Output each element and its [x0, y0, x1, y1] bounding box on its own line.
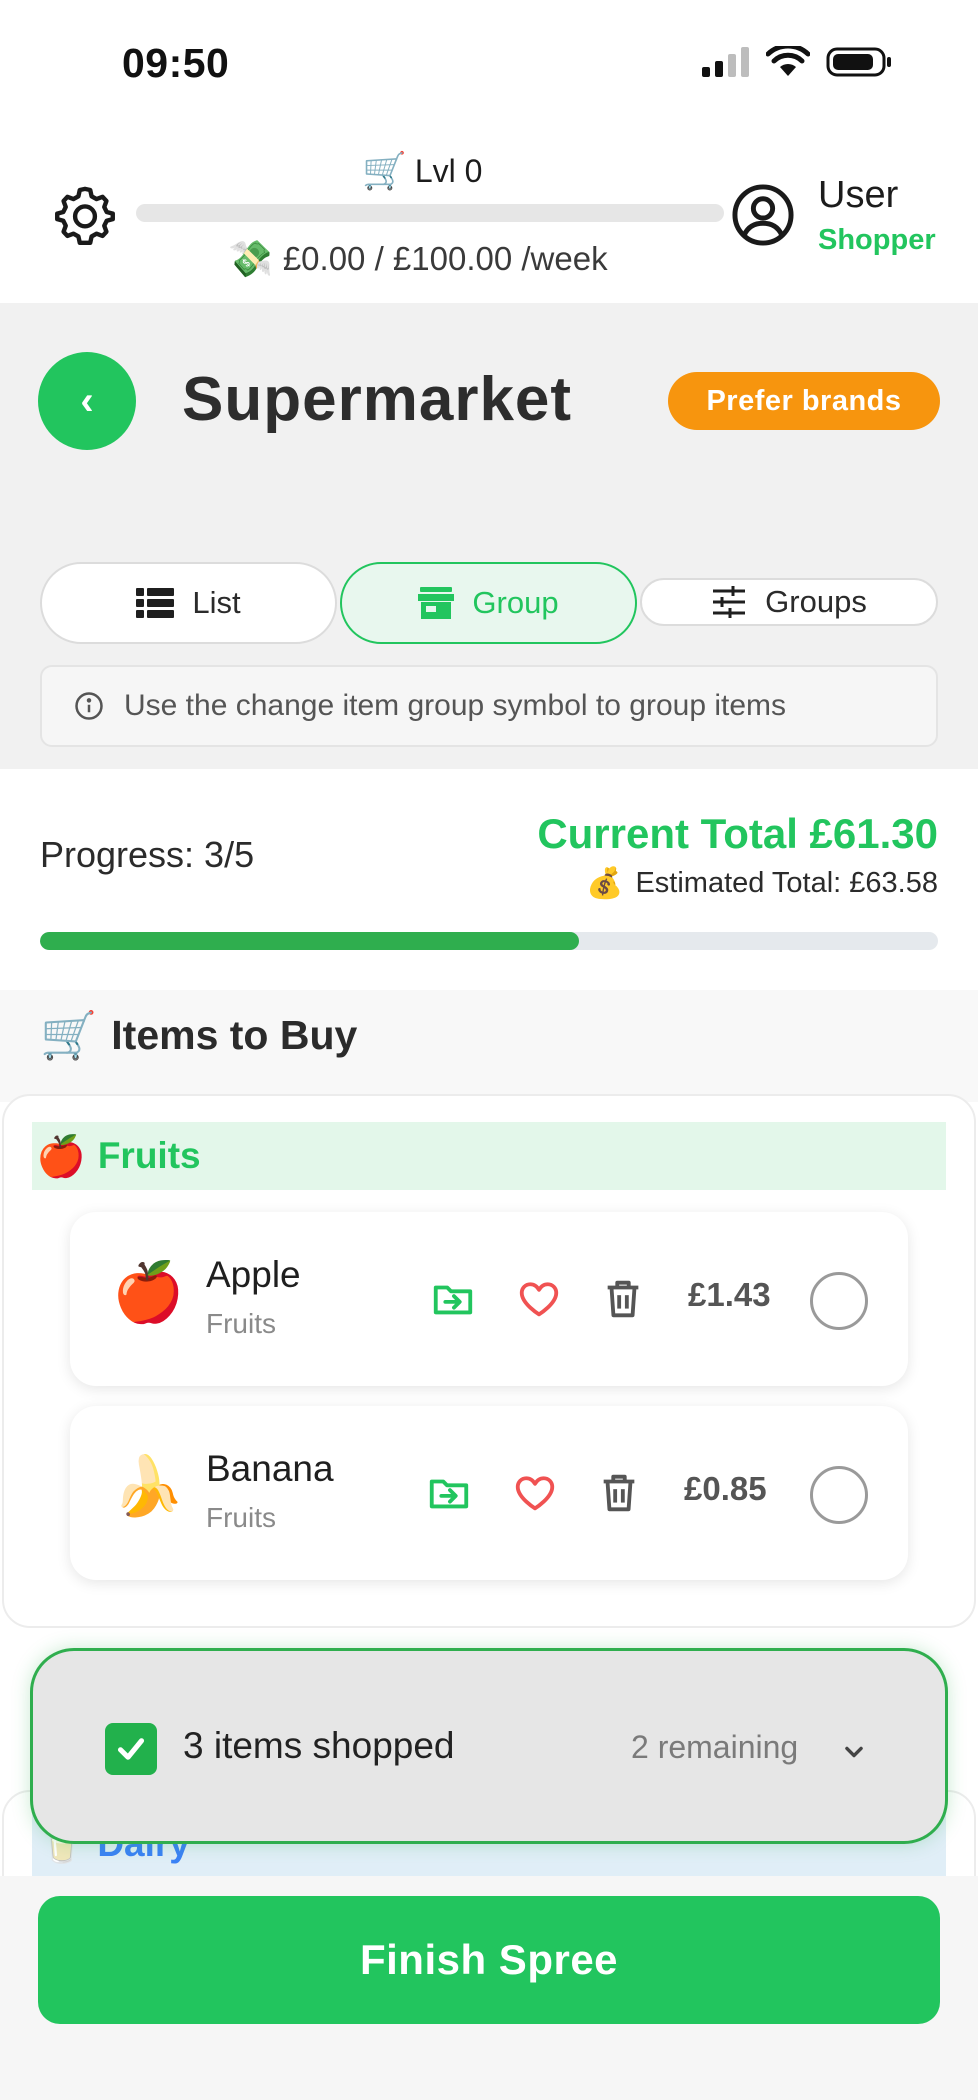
estimated-total: 💰 Estimated Total: £63.58	[586, 866, 938, 901]
current-total: Current Total £61.30	[537, 810, 938, 857]
back-button[interactable]: ‹	[38, 352, 136, 450]
heart-icon[interactable]	[516, 1276, 562, 1322]
prefer-brands-badge[interactable]: Prefer brands	[668, 372, 940, 430]
shopping-progress-bar	[40, 932, 938, 950]
banana-icon: 🍌	[112, 1454, 185, 1519]
item-name: Banana	[206, 1448, 334, 1489]
chevron-left-icon: ‹	[80, 378, 94, 423]
weekly-budget: 💸 £0.00 / £100.00 /week	[228, 238, 608, 280]
shopping-cart-emoji-icon: 🛒	[362, 150, 407, 191]
check-mark-icon	[105, 1723, 157, 1775]
shopping-cart-emoji-icon: 🛒	[40, 1009, 98, 1061]
info-icon	[75, 692, 103, 720]
budget-text: £0.00 / £100.00 /week	[282, 240, 608, 277]
group-header-fruits[interactable]: 🍎 Fruits	[32, 1122, 946, 1190]
wifi-icon	[766, 46, 810, 76]
move-to-group-icon[interactable]	[426, 1470, 472, 1516]
shopped-items-bar[interactable]: 3 items shopped 2 remaining	[30, 1648, 948, 1844]
store-icon	[418, 587, 455, 619]
item-name: Apple	[206, 1254, 301, 1295]
item-category: Fruits	[206, 1502, 276, 1533]
info-text: Use the change item group symbol to grou…	[124, 689, 787, 722]
trash-icon[interactable]	[600, 1276, 646, 1322]
user-role: Shopper	[818, 224, 936, 256]
estimated-total-text: Estimated Total: £63.58	[635, 867, 938, 899]
section-title-text: Items to Buy	[111, 1012, 358, 1058]
progress-label: Progress: 3/5	[40, 834, 255, 875]
list-item[interactable]: 🍎 Apple Fruits £1.43	[70, 1212, 908, 1386]
group-name: Fruits	[97, 1135, 201, 1176]
xp-progress-bar	[136, 204, 724, 222]
tab-list-label: List	[192, 585, 241, 620]
user-name[interactable]: User	[818, 174, 898, 217]
money-bag-icon: 💰	[586, 867, 624, 900]
status-time: 09:50	[122, 40, 230, 86]
list-icon	[136, 588, 175, 618]
money-with-wings-emoji-icon: 💸	[228, 238, 273, 279]
info-banner: Use the change item group symbol to grou…	[40, 665, 938, 747]
cellular-signal-icon	[702, 47, 749, 77]
item-category: Fruits	[206, 1308, 276, 1339]
level-label: Lvl 0	[414, 152, 483, 189]
move-to-group-icon[interactable]	[430, 1276, 476, 1322]
finish-spree-button[interactable]: Finish Spree	[38, 1896, 940, 2024]
tab-list[interactable]: List	[40, 562, 337, 644]
status-icons	[702, 46, 892, 78]
item-price: £0.85	[684, 1470, 767, 1507]
sliders-icon	[713, 586, 746, 618]
shopping-progress-fill	[40, 932, 579, 950]
battery-icon	[826, 47, 891, 77]
level-indicator: 🛒 Lvl 0	[362, 150, 482, 192]
list-item[interactable]: 🍌 Banana Fruits £0.85	[70, 1406, 908, 1580]
user-avatar-icon[interactable]	[730, 182, 796, 248]
tab-groups-label: Groups	[765, 584, 867, 619]
item-price: £1.43	[688, 1276, 771, 1313]
apple-icon: 🍎	[112, 1260, 185, 1325]
item-checkbox[interactable]	[810, 1466, 868, 1524]
heart-icon[interactable]	[512, 1470, 558, 1516]
items-to-buy-heading: 🛒 Items to Buy	[40, 1008, 357, 1063]
tab-groups[interactable]: Groups	[640, 578, 938, 626]
trash-icon[interactable]	[596, 1470, 642, 1516]
tab-group-label: Group	[472, 585, 559, 620]
tab-group[interactable]: Group	[340, 562, 637, 644]
page-title: Supermarket	[182, 365, 573, 434]
apple-emoji-icon: 🍎	[36, 1134, 86, 1179]
chevron-down-icon[interactable]	[837, 1735, 871, 1769]
shopped-count: 3 items shopped	[183, 1725, 455, 1766]
gear-icon[interactable]	[52, 182, 118, 248]
item-checkbox[interactable]	[810, 1272, 868, 1330]
remaining-count: 2 remaining	[631, 1729, 799, 1765]
